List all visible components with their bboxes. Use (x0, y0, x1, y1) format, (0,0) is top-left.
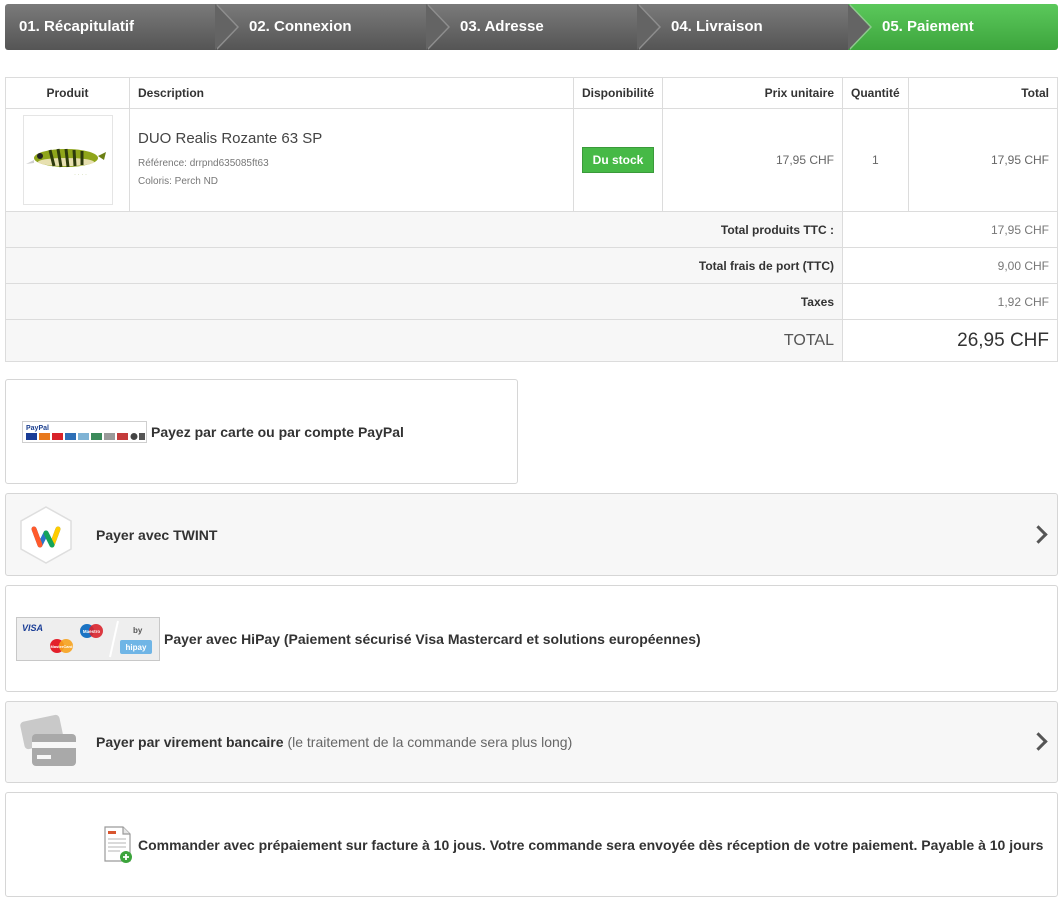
payment-option-invoice[interactable]: Commander avec prépaiement sur facture à… (5, 792, 1058, 897)
step-label: 01. Récapitulatif (19, 18, 135, 35)
col-header-availability: Disponibilité (573, 77, 663, 109)
maestro-logo-text: Maestro (83, 629, 101, 634)
grand-total-label: TOTAL (5, 319, 843, 362)
payment-label: Payer avec HiPay (Paiement sécurisé Visa… (164, 630, 701, 647)
hipay-cards-logo-icon: VISA MasterCard Maestro by hipay (16, 616, 160, 661)
step-label: 05. Paiement (882, 18, 974, 35)
table-header-row: Produit Description Disponibilité Prix u… (5, 77, 1059, 109)
grand-total-value: 26,95 CHF (842, 319, 1058, 362)
table-row: · · · · DUO Realis Rozante 63 SP Référen… (5, 108, 1059, 212)
quantity-cell: 1 (842, 108, 909, 212)
step-adresse[interactable]: 03. Adresse (426, 4, 661, 50)
step-label: 03. Adresse (460, 18, 544, 35)
twint-logo-icon (20, 505, 72, 564)
summary-value: 17,95 CHF (842, 211, 1058, 248)
lure-image-icon: · · · · (25, 148, 106, 178)
chevron-right-icon (1029, 732, 1048, 751)
product-image-cell: · · · · (5, 108, 130, 212)
hipay-logo-text: hipay (126, 643, 147, 652)
product-description-cell: DUO Realis Rozante 63 SP Référence: drrp… (129, 108, 574, 212)
step-recapitulatif[interactable]: 01. Récapitulatif (5, 4, 239, 50)
product-reference: Référence: drrpnd635085ft63 (138, 157, 269, 169)
by-logo-text: by (133, 626, 143, 635)
summary-row-total: TOTAL 26,95 CHF (5, 319, 1058, 362)
step-connexion[interactable]: 02. Connexion (215, 4, 450, 50)
availability-cell: Du stock (573, 108, 663, 212)
summary-label: Total frais de port (TTC) (5, 247, 843, 284)
payment-option-hipay[interactable]: VISA MasterCard Maestro by hipay Payer a… (5, 585, 1058, 692)
summary-row-shipping: Total frais de port (TTC) 9,00 CHF (5, 247, 1058, 284)
paypal-logo-text: PayPal (26, 425, 49, 432)
stock-badge: Du stock (581, 147, 655, 173)
payment-option-bank-transfer[interactable]: Payer par virement bancaire (le traiteme… (5, 701, 1058, 783)
summary-row-products: Total produits TTC : 17,95 CHF (5, 211, 1058, 248)
col-header-quantity: Quantité (842, 77, 909, 109)
chevron-right-icon (1029, 524, 1048, 544)
svg-text:· · · ·: · · · · (74, 172, 87, 178)
col-header-product: Produit (5, 77, 130, 109)
unit-price-cell: 17,95 CHF (662, 108, 843, 212)
product-color: Coloris: Perch ND (138, 175, 219, 187)
cart-table: Produit Description Disponibilité Prix u… (5, 77, 1059, 362)
col-header-description: Description (129, 77, 574, 109)
payment-label: Payer avec TWINT (96, 526, 218, 543)
visa-logo-text: VISA (22, 623, 43, 633)
checkout-steps: 01. Récapitulatif 02. Connexion 03. Adre… (5, 4, 1058, 50)
product-name[interactable]: DUO Realis Rozante 63 SP (138, 130, 572, 147)
summary-label: Taxes (5, 283, 843, 320)
col-header-unit-price: Prix unitaire (662, 77, 843, 109)
col-header-total: Total (907, 77, 1059, 109)
product-thumbnail[interactable]: · · · · (22, 115, 113, 205)
step-label: 02. Connexion (249, 18, 352, 35)
summary-value: 9,00 CHF (842, 247, 1058, 284)
payment-note: (le traitement de la commande sera plus … (287, 734, 573, 750)
summary-row-taxes: Taxes 1,92 CHF (5, 283, 1058, 320)
invoice-document-icon (104, 825, 132, 863)
summary-value: 1,92 CHF (842, 283, 1058, 320)
step-paiement: 05. Paiement (848, 4, 1058, 50)
mastercard-logo-text: MasterCard (50, 644, 73, 649)
step-label: 04. Livraison (671, 18, 763, 35)
step-livraison[interactable]: 04. Livraison (637, 4, 872, 50)
payment-label: Commander avec prépaiement sur facture à… (138, 836, 1044, 853)
credit-card-icon (20, 714, 76, 766)
paypal-cards-logo-icon: PayPal (22, 420, 147, 443)
summary-label: Total produits TTC : (5, 211, 843, 248)
payment-label: Payer par virement bancaire (96, 734, 284, 750)
payment-option-twint[interactable]: Payer avec TWINT (5, 493, 1058, 576)
line-total-cell: 17,95 CHF (907, 108, 1059, 212)
payment-option-paypal[interactable]: PayPal Payez par carte ou par compte Pay… (5, 379, 518, 484)
payment-label: Payez par carte ou par compte PayPal (151, 423, 404, 440)
